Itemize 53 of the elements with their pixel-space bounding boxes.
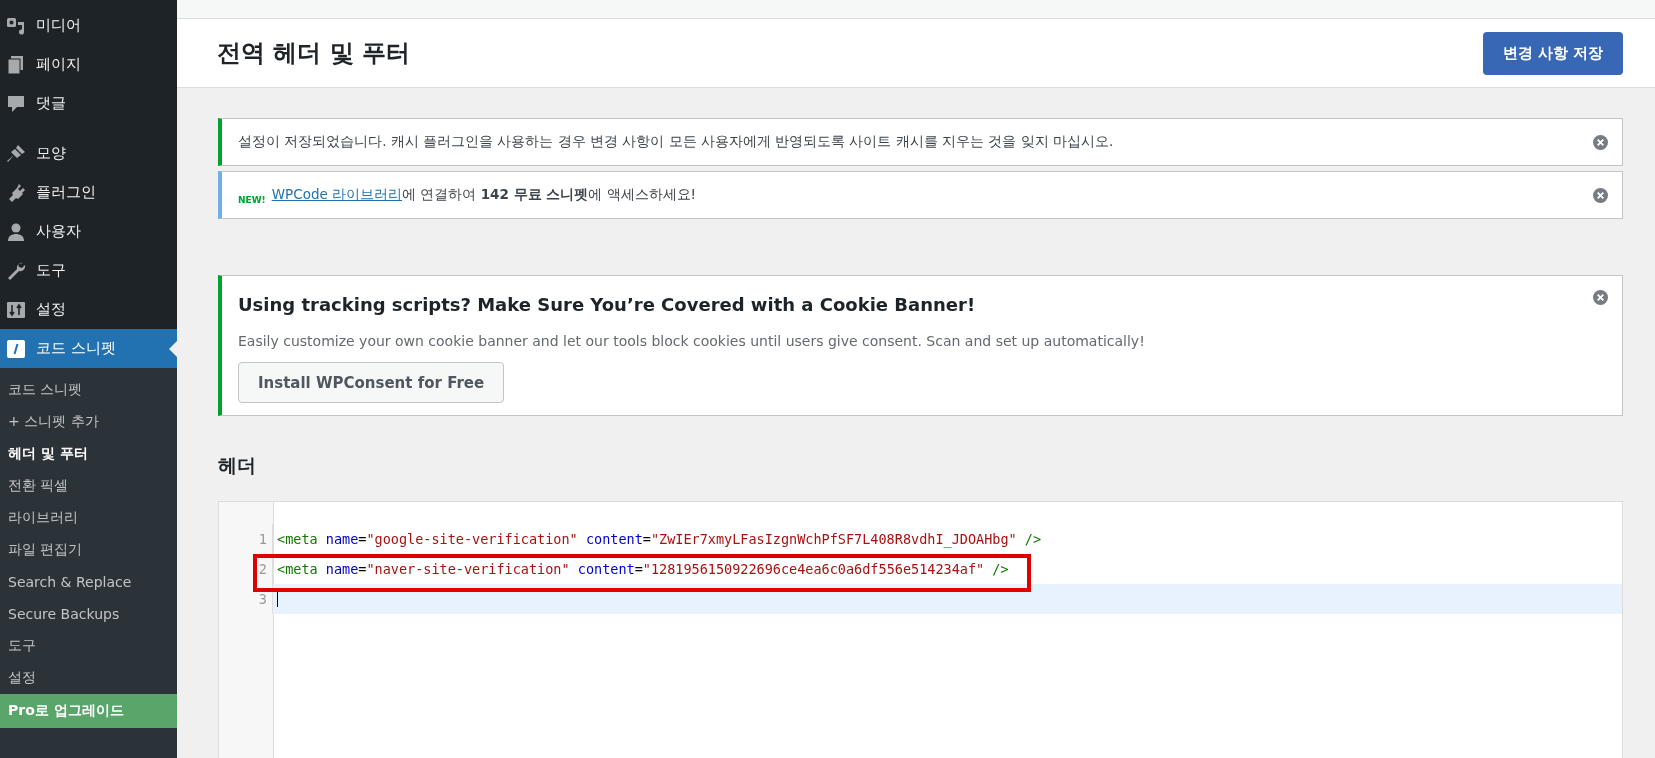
pages-icon: [6, 54, 26, 75]
sidebar-item[interactable]: 댓글: [0, 84, 177, 123]
code-line: <meta name="naver-site-verification" content="1281956150922696ce4ea6c0a6df556e514234af" />: [276, 560, 1009, 579]
sidebar-item[interactable]: 설정: [0, 290, 177, 329]
close-icon[interactable]: [1593, 187, 1608, 203]
menu-label: 사용자: [36, 222, 81, 241]
menu-label: 댓글: [36, 94, 66, 113]
submenu-item[interactable]: 코드 스니펫: [0, 374, 177, 406]
sidebar-item[interactable]: 페이지: [0, 45, 177, 84]
submenu-item[interactable]: Secure Backups: [0, 598, 177, 630]
new-label: NEW!: [238, 195, 266, 205]
submenu-item[interactable]: 설정: [0, 662, 177, 694]
submenu-item[interactable]: Search & Replace: [0, 566, 177, 598]
submenu-item[interactable]: 헤더 및 푸터: [0, 438, 177, 470]
sidebar-item[interactable]: 플러그인: [0, 173, 177, 212]
sidebar-item[interactable]: 미디어: [0, 6, 177, 45]
submenu-item[interactable]: 파일 편집기: [0, 534, 177, 566]
code-icon: [6, 338, 26, 359]
code-editor[interactable]: 1 <meta name="google-site-verification" content="ZwIEr7xmyLFasIzgnWchPfSF7L408R8vdhI_JDOAHbg" /> 2 <meta name="naver-site-verification" content="1281956150922696ce4ea6c0a6df556e514234af" /> 3: [218, 501, 1623, 758]
install-button[interactable]: Install WPConsent for Free: [238, 362, 505, 403]
menu-label: 플러그인: [36, 183, 96, 202]
sidebar-item[interactable]: 모양: [0, 134, 177, 173]
submenu-item[interactable]: + 스니펫 추가: [0, 406, 177, 438]
sidebar-item[interactable]: 사용자: [0, 212, 177, 251]
menu-label: 미디어: [36, 16, 81, 35]
page-title: 전역 헤더 및 푸터: [217, 38, 411, 69]
submenu-item[interactable]: 도구: [0, 630, 177, 662]
banner-text: Easily customize your own cookie banner and let our tools block cookies until users give consent. Scan and set up automatically!: [238, 333, 1146, 349]
line-number: 3: [219, 584, 273, 614]
submenu-item[interactable]: 라이브러리: [0, 502, 177, 534]
submenu-item[interactable]: 전환 픽셀: [0, 470, 177, 502]
users-icon: [6, 221, 26, 242]
save-button[interactable]: 변경 사항 저장: [1482, 31, 1623, 75]
appearance-icon: [6, 143, 26, 164]
menu-label: 모양: [36, 144, 66, 163]
close-icon[interactable]: [1593, 134, 1608, 150]
notice-text: 설정이 저장되었습니다. 캐시 플러그인을 사용하는 경우 변경 사항이 모든 사용자에게 반영되도록 사이트 캐시를 지우는 것을 잊지 마십시오.: [238, 133, 1114, 151]
close-icon[interactable]: [1593, 290, 1608, 305]
section-heading: 헤더: [218, 453, 257, 478]
menu-label: 설정: [36, 300, 66, 319]
sidebar-item[interactable]: 도구: [0, 251, 177, 290]
tools-icon: [6, 260, 26, 281]
comments-icon: [6, 93, 26, 114]
media-icon: [6, 15, 26, 36]
banner-title: Using tracking scripts? Make Sure You’re Covered with a Cookie Banner!: [238, 294, 977, 315]
code-line: <meta name="google-site-verification" content="ZwIEr7xmyLFasIzgnWchPfSF7L408R8vdhI_JDOAHbg" />: [276, 530, 1042, 550]
menu-label: 페이지: [36, 55, 81, 74]
notice-text: WPCode 라이브러리 에 연결하여 142 무료 스니펫에 액세스하세요!: [271, 186, 696, 204]
menu-label: 도구: [36, 261, 66, 280]
settings-icon: [6, 299, 26, 320]
sidebar-item[interactable]: 코드 스니펫: [0, 329, 177, 368]
menu-label: 코드 스니펫: [36, 339, 116, 358]
library-link[interactable]: WPCode 라이브러리: [271, 186, 403, 202]
